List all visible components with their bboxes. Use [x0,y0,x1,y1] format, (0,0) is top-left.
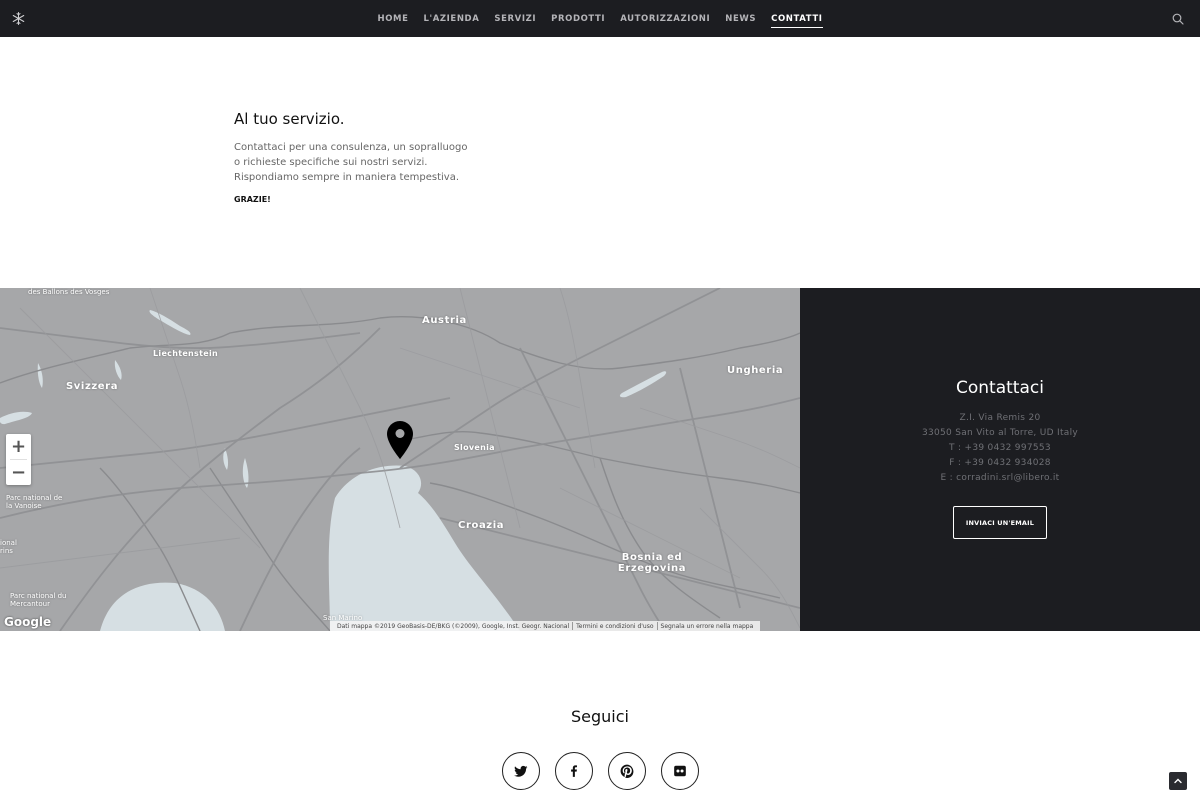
map-zoom-control: + − [6,434,31,485]
contact-details: Z.I. Via Remis 20 33050 San Vito al Torr… [800,411,1200,486]
map-label-liechtenstein: Liechtenstein [153,349,218,358]
map-label-svizzera: Svizzera [66,381,119,392]
pinterest-icon [620,764,634,778]
twitter-icon [514,765,528,777]
map-label-croazia: Croazia [458,520,505,531]
zoom-in-button[interactable]: + [6,434,31,459]
nav-prodotti[interactable]: PRODOTTI [551,10,605,27]
flickr-button[interactable] [661,752,699,790]
facebook-icon [571,765,577,777]
contact-fax: F : +39 0432 934028 [949,458,1051,468]
nav-autorizzazioni[interactable]: AUTORIZZAZIONI [620,10,710,27]
zoom-out-button[interactable]: − [6,460,31,485]
intro-text: Contattaci per una consulenza, un sopral… [234,140,494,185]
map-label-mercantour: Parc national du Mercantour [10,592,67,608]
main-menu: HOME L'AZIENDA SERVIZI PRODOTTI AUTORIZZ… [0,0,1200,37]
map-label-slovenia: Slovenia [454,443,495,452]
map-label-rins: rins [0,547,13,555]
map-label-vanoise: Parc national de la Vanoise [6,494,63,510]
pinterest-button[interactable] [608,752,646,790]
google-logo: Google [4,615,52,629]
social-links [502,752,699,790]
contact-city: 33050 San Vito al Torre, UD Italy [921,428,1079,438]
nav-servizi[interactable]: SERVIZI [494,10,536,27]
map-label-ballons: des Ballons des Vosges [28,288,110,296]
map-canvas[interactable]: des Ballons des Vosges Austria Liechtens… [0,288,800,631]
map-label-bosnia: Bosnia ed Erzegovina [617,552,687,574]
nav-azienda[interactable]: L'AZIENDA [424,10,480,27]
map-label-ungheria: Ungheria [727,365,784,376]
scroll-to-top-button[interactable] [1169,772,1187,790]
map-terms-link[interactable]: Termini e condizioni d'uso [573,623,656,630]
flickr-icon [674,765,686,777]
intro-thanks: GRAZIE! [234,195,271,204]
map-report-link[interactable]: Segnala un errore nella mappa [658,623,757,630]
map-data-credit: Dati mappa ©2019 GeoBasis-DE/BKG (©2009)… [337,622,570,630]
top-navbar: HOME L'AZIENDA SERVIZI PRODOTTI AUTORIZZ… [0,0,1200,37]
contact-title: Contattaci [956,378,1044,398]
nav-news[interactable]: NEWS [725,10,756,27]
chevron-up-icon [1174,778,1182,784]
intro-line: Contattaci per una consulenza, un sopral… [234,142,468,153]
map-terrain [0,288,800,631]
map-attribution: Dati mappa ©2019 GeoBasis-DE/BKG (©2009)… [330,621,761,631]
contact-address: Z.I. Via Remis 20 [959,413,1041,423]
nav-contatti[interactable]: CONTATTI [771,10,823,28]
map-label-austria: Austria [422,315,467,326]
follow-title: Seguici [571,707,629,726]
intro-line: o richieste specifiche sui nostri serviz… [234,157,428,168]
facebook-button[interactable] [555,752,593,790]
map-label-ional: ional [0,539,17,547]
contact-phone: T : +39 0432 997553 [949,443,1051,453]
intro-line: Rispondiamo sempre in maniera tempestiva… [234,172,460,183]
map-pin-icon[interactable] [387,421,413,459]
contact-panel: Contattaci Z.I. Via Remis 20 33050 San V… [800,288,1200,631]
send-email-button[interactable]: INVIACI UN'EMAIL [953,506,1047,539]
search-icon[interactable] [1172,13,1184,25]
nav-home[interactable]: HOME [377,10,408,27]
contact-email: E : corradini.srl@libero.it [940,473,1060,483]
intro-title: Al tuo servizio. [234,110,345,128]
twitter-button[interactable] [502,752,540,790]
